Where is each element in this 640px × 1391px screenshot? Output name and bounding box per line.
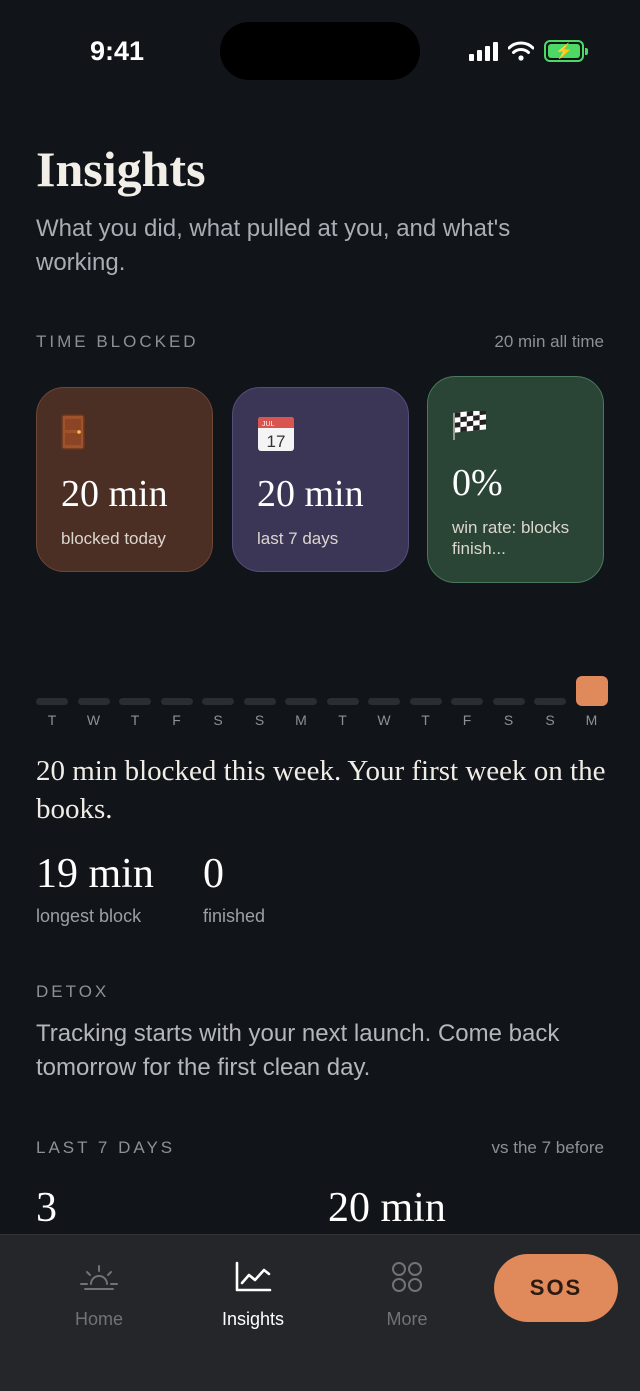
- detox-message: Tracking starts with your next launch. C…: [36, 1020, 560, 1081]
- calendar-month: JUL: [262, 421, 275, 428]
- day-bar: [77, 698, 110, 705]
- last7-value-count: 3: [36, 1185, 57, 1231]
- card-label: last 7 days: [257, 529, 339, 548]
- section-label-detox: DETOX: [36, 982, 110, 1001]
- chart-line-icon: [193, 1257, 313, 1297]
- day-bar: [202, 698, 234, 705]
- last7-value-time: 20 min: [328, 1185, 446, 1231]
- day-label: S: [254, 712, 265, 728]
- day-bar: [243, 698, 276, 705]
- day-bar: [492, 698, 525, 705]
- day-label: S: [503, 712, 514, 728]
- sos-button[interactable]: SOS: [494, 1254, 618, 1322]
- card-label: win rate: blocks finish...: [452, 518, 570, 558]
- battery-charging-icon: ⚡: [544, 40, 588, 62]
- week-summary: 20 min blocked this week. Your first wee…: [36, 755, 606, 825]
- daily-bar-strip: TWTFSSMTWTFSSM: [36, 676, 608, 736]
- tab-label: Home: [74, 1309, 123, 1329]
- day-label: T: [421, 712, 430, 728]
- card-label: blocked today: [61, 529, 166, 548]
- comparison-label: vs the 7 before: [491, 1138, 604, 1157]
- card-value: 20 min: [61, 473, 168, 515]
- stat-finished-value: 0: [203, 851, 224, 897]
- status-icons: ⚡: [469, 40, 588, 62]
- day-bar: [326, 698, 359, 705]
- day-label: F: [172, 712, 181, 728]
- status-time: 9:41: [90, 36, 145, 66]
- card-blocked-today[interactable]: 20 min blocked today: [36, 387, 213, 572]
- status-bar: 9:41 ⚡: [0, 0, 640, 100]
- day-label: W: [86, 712, 101, 728]
- calendar-day: 17: [267, 432, 286, 451]
- stat-longest-block-label: longest block: [36, 906, 142, 926]
- tab-home[interactable]: Home: [39, 1257, 159, 1330]
- card-value: 0%: [452, 462, 503, 504]
- day-bar: [451, 698, 483, 705]
- day-bar: [575, 676, 608, 706]
- day-label: M: [585, 712, 598, 728]
- day-label: F: [462, 712, 472, 728]
- day-bar: [368, 698, 400, 705]
- wifi-icon: [508, 41, 534, 61]
- section-label-last-7-days: LAST 7 DAYS: [36, 1138, 176, 1157]
- day-label: W: [377, 712, 391, 728]
- cellular-signal-icon: [469, 41, 498, 61]
- calendar-icon: JUL 17: [257, 414, 295, 457]
- day-label: S: [213, 712, 223, 728]
- card-value: 20 min: [257, 473, 364, 515]
- sunrise-icon: [39, 1257, 159, 1297]
- day-label: T: [47, 712, 57, 728]
- section-label-time-blocked: TIME BLOCKED: [36, 332, 199, 351]
- day-bar: [409, 698, 442, 705]
- tab-label: Insights: [221, 1309, 285, 1329]
- day-label: T: [130, 712, 140, 728]
- card-last-7-days[interactable]: JUL 17 20 min last 7 days: [232, 387, 409, 572]
- day-label: M: [295, 712, 307, 728]
- door-icon: [61, 414, 85, 455]
- day-label: S: [545, 712, 555, 728]
- tab-more[interactable]: More: [347, 1257, 467, 1330]
- page-title: Insights: [36, 141, 206, 197]
- day-bar: [36, 698, 68, 705]
- stat-finished-label: finished: [203, 906, 266, 926]
- grid-circles-icon: [347, 1257, 467, 1297]
- tab-label: More: [386, 1309, 428, 1329]
- tab-bar: Home Insights More SOS: [0, 1234, 640, 1391]
- day-bar: [119, 698, 151, 705]
- page-subtitle: What you did, what pulled at you, and wh…: [36, 215, 511, 276]
- stat-longest-block-value: 19 min: [36, 851, 154, 897]
- day-bar: [285, 698, 317, 705]
- day-bar: [534, 698, 566, 705]
- day-label: T: [338, 712, 347, 728]
- checkered-flag-icon: [452, 409, 488, 446]
- all-time-total: 20 min all time: [494, 332, 604, 351]
- tab-insights[interactable]: Insights: [193, 1257, 313, 1330]
- card-win-rate[interactable]: 0% win rate: blocks finish...: [427, 376, 604, 583]
- day-bar: [160, 698, 193, 705]
- dynamic-island: [220, 22, 420, 80]
